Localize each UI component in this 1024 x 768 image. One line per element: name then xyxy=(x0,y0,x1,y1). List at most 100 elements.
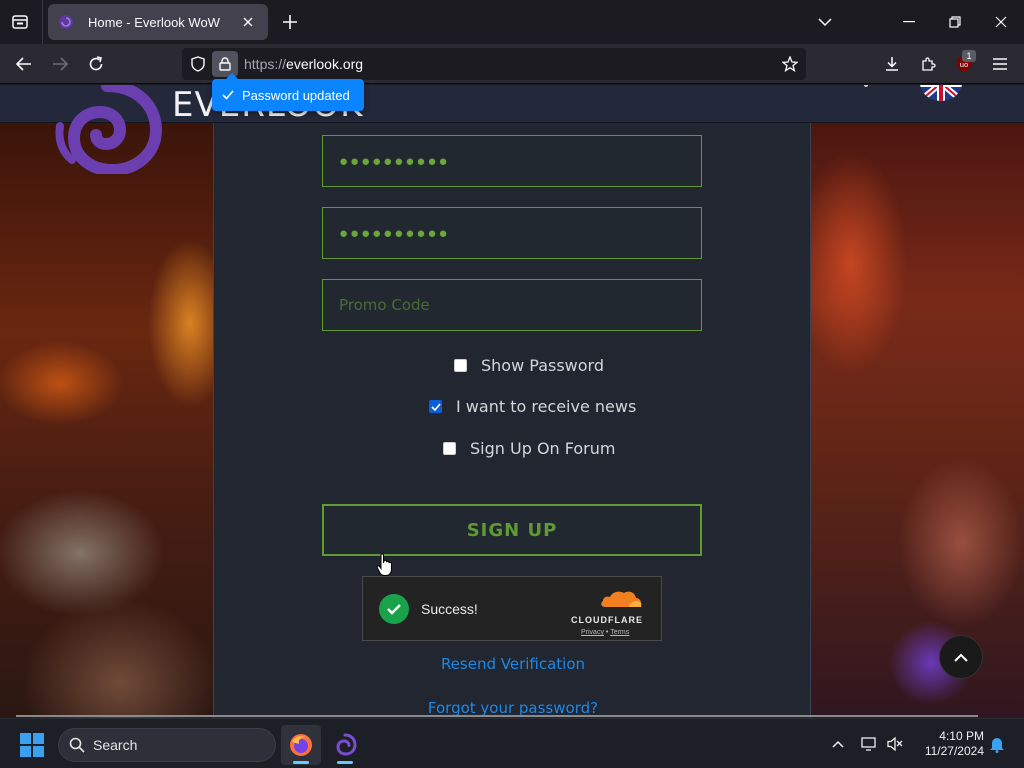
cloudflare-links: Privacy • Terms xyxy=(581,629,649,636)
plus-icon xyxy=(283,15,297,29)
firefox-icon xyxy=(290,734,312,756)
tracking-protection-button[interactable] xyxy=(188,54,208,74)
taskbar-firefox[interactable] xyxy=(281,725,321,765)
hamburger-menu-icon xyxy=(993,58,1007,70)
clock-time: 4:10 PM xyxy=(939,729,984,743)
page-viewport: EVERLOOK ●●●●●●●●●● ●●●●●●●●●● Promo Cod… xyxy=(0,85,1024,718)
show-password-label: Show Password xyxy=(481,356,604,375)
background-art-left xyxy=(0,123,213,718)
bookmark-button[interactable] xyxy=(780,54,800,74)
download-icon xyxy=(886,57,898,71)
promo-code-input[interactable]: Promo Code xyxy=(322,279,702,331)
terms-link[interactable]: Terms xyxy=(610,629,629,636)
header-dot xyxy=(864,85,868,87)
privacy-link[interactable]: Privacy xyxy=(581,629,604,636)
taskbar-search-box[interactable]: Search xyxy=(58,728,276,762)
running-app-indicator xyxy=(337,761,353,764)
reload-icon xyxy=(89,56,103,71)
checkmark-icon xyxy=(222,90,234,100)
url-host: everlook.org xyxy=(286,56,364,72)
svg-text:uo: uo xyxy=(960,61,969,69)
tab-close-icon[interactable] xyxy=(238,12,258,32)
password-field[interactable]: ●●●●●●●●●● xyxy=(322,135,702,187)
notifications-button[interactable] xyxy=(986,733,1008,755)
chevron-down-icon xyxy=(818,18,832,26)
new-tab-button[interactable] xyxy=(278,10,302,34)
monitor-network-icon xyxy=(861,737,876,751)
search-label: Search xyxy=(93,737,138,753)
active-app-indicator xyxy=(293,761,309,764)
tab-title: Home - Everlook WoW xyxy=(88,14,220,30)
windows-taskbar: Search 4:10 PM 11/27/2024 xyxy=(0,718,1024,768)
scroll-to-top-button[interactable] xyxy=(939,635,983,679)
address-bar[interactable]: https://everlook.org xyxy=(182,48,806,80)
close-window-button[interactable] xyxy=(978,0,1024,44)
forum-signup-label: Sign Up On Forum xyxy=(470,439,616,458)
everlook-app-icon xyxy=(336,733,357,756)
arrow-right-icon xyxy=(53,57,68,71)
tab-home-everlook[interactable]: Home - Everlook WoW xyxy=(48,4,268,40)
everlook-logo-icon[interactable] xyxy=(52,85,162,174)
minimize-button[interactable] xyxy=(886,0,932,44)
toast-message: Password updated xyxy=(242,87,350,103)
receive-news-checkbox[interactable] xyxy=(429,400,442,413)
link-separator: • xyxy=(605,629,609,636)
minimize-icon xyxy=(903,21,915,23)
navigation-toolbar: https://everlook.org uo xyxy=(0,44,1024,84)
receive-news-label: I want to receive news xyxy=(456,397,637,416)
forum-signup-checkbox[interactable] xyxy=(443,442,456,455)
show-hidden-icons-button[interactable] xyxy=(827,733,849,755)
app-menu-button[interactable] xyxy=(986,50,1014,78)
background-art-right xyxy=(811,123,1024,718)
search-icon xyxy=(69,737,85,753)
back-button[interactable] xyxy=(10,50,38,78)
confirm-password-field[interactable]: ●●●●●●●●●● xyxy=(322,207,702,259)
captcha-status: Success! xyxy=(421,601,478,617)
sign-up-button[interactable]: SIGN UP xyxy=(322,504,702,556)
extensions-button[interactable] xyxy=(914,50,942,78)
volume-tray-button[interactable] xyxy=(884,733,906,755)
windows-start-icon[interactable] xyxy=(20,733,44,757)
extension-badge-count: 1 xyxy=(962,50,976,62)
restore-icon xyxy=(949,16,961,28)
show-password-checkbox[interactable] xyxy=(454,359,467,372)
chevron-up-icon xyxy=(832,740,844,748)
everlook-favicon-icon xyxy=(59,15,73,29)
horizontal-scrollbar[interactable] xyxy=(16,715,978,717)
hand-cursor-icon xyxy=(376,553,392,576)
reload-button[interactable] xyxy=(82,50,110,78)
arrow-left-icon xyxy=(16,57,31,71)
network-tray-button[interactable] xyxy=(859,733,881,755)
shield-icon xyxy=(191,56,205,72)
checkmark-icon xyxy=(430,402,441,411)
password-updated-toast: Password updated xyxy=(212,73,364,111)
firefox-view-button[interactable] xyxy=(6,8,34,36)
tab-bar: Home - Everlook WoW xyxy=(0,0,1024,44)
url-text[interactable]: https://everlook.org xyxy=(244,56,363,72)
clock-date: 11/27/2024 xyxy=(924,744,984,758)
registration-panel: ●●●●●●●●●● ●●●●●●●●●● Promo Code Show Pa… xyxy=(213,123,811,718)
receive-news-option[interactable]: I want to receive news xyxy=(429,397,636,416)
cloudflare-brand-text: CLOUDFLARE xyxy=(571,615,643,625)
lock-icon xyxy=(219,57,231,71)
bell-icon xyxy=(990,738,1004,753)
chevron-up-icon xyxy=(954,653,968,662)
show-password-option[interactable]: Show Password xyxy=(454,356,604,375)
taskbar-everlook-launcher[interactable] xyxy=(325,725,365,765)
language-flag-uk-icon[interactable] xyxy=(920,85,962,101)
url-scheme: https:// xyxy=(244,56,287,72)
cloudflare-turnstile-widget[interactable]: Success! CLOUDFLARE Privacy • Terms xyxy=(362,576,662,641)
cloudflare-branding: CLOUDFLARE Privacy • Terms xyxy=(571,589,649,636)
close-icon xyxy=(995,16,1007,28)
downloads-button[interactable] xyxy=(878,50,906,78)
resend-verification-link[interactable]: Resend Verification xyxy=(214,655,812,673)
list-all-tabs-button[interactable] xyxy=(814,12,836,32)
restore-button[interactable] xyxy=(932,0,978,44)
forward-button[interactable] xyxy=(46,50,74,78)
tab-separator xyxy=(42,0,43,44)
speaker-muted-icon xyxy=(887,736,903,752)
firefox-view-icon xyxy=(12,15,28,29)
forum-signup-option[interactable]: Sign Up On Forum xyxy=(443,439,615,458)
system-clock[interactable]: 4:10 PM 11/27/2024 xyxy=(916,729,984,759)
success-check-icon xyxy=(379,594,409,624)
